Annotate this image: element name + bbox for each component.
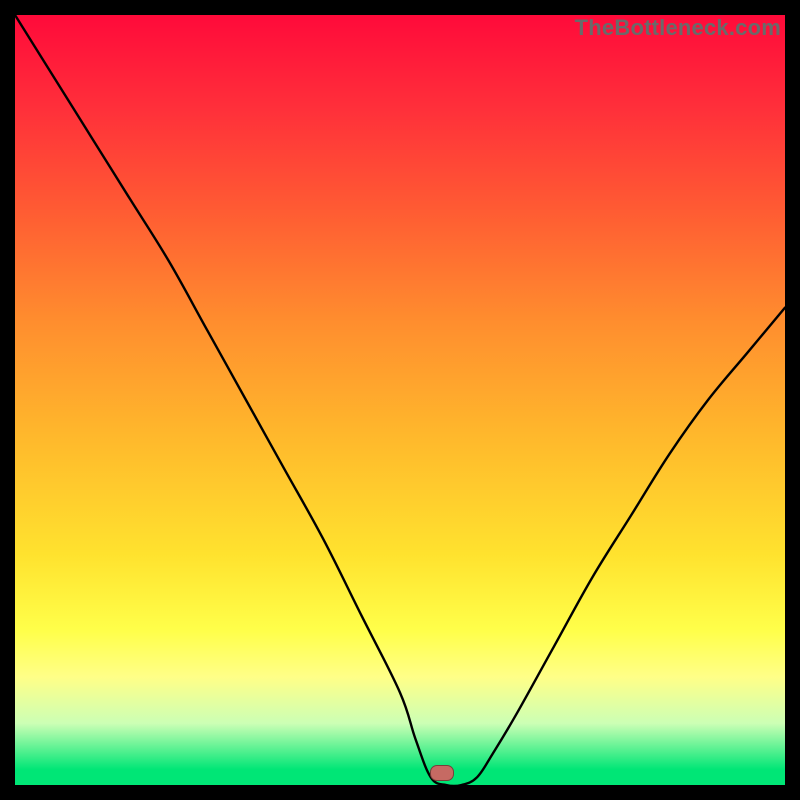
plot-area: TheBottleneck.com	[15, 15, 785, 785]
chart-frame: TheBottleneck.com	[0, 0, 800, 800]
bottleneck-curve	[15, 15, 785, 785]
optimal-point-marker	[430, 765, 454, 781]
